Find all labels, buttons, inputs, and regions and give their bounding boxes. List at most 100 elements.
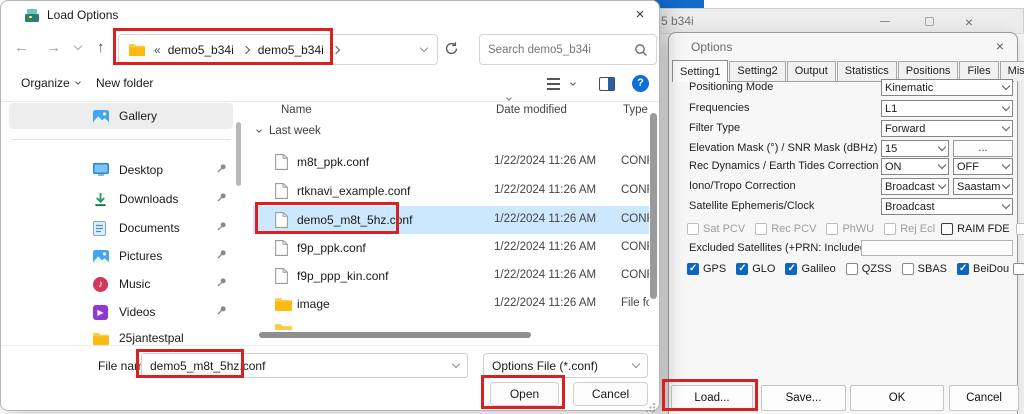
close-icon[interactable]: × xyxy=(952,9,986,34)
checkbox-label: BeiDou xyxy=(973,262,1010,275)
open-button[interactable]: Open xyxy=(490,382,559,406)
column-header-date-modified[interactable]: Date modified xyxy=(496,104,567,116)
sidebar-item-downloads[interactable]: Downloads xyxy=(9,186,233,212)
breadcrumb-crumb[interactable]: demo5_b34i xyxy=(258,43,324,57)
tropo-correction-select[interactable]: Saastamoir xyxy=(953,178,1013,195)
sidebar-item-25jantestpal[interactable]: 25jantestpal xyxy=(9,325,233,351)
rec-pcv-checkbox[interactable] xyxy=(755,222,768,235)
beidou-checkbox[interactable]: ✓ xyxy=(957,262,970,275)
maximize-icon xyxy=(924,17,934,26)
frequencies-select[interactable]: L1 xyxy=(881,100,1013,117)
setting-label: Frequencies xyxy=(689,102,750,114)
earth-tides-select[interactable]: OFF xyxy=(953,158,1013,175)
excluded-satellites-row: Excluded Satellites (+PRN: Included) xyxy=(669,240,1017,258)
maximize-button[interactable] xyxy=(912,9,946,34)
file-row[interactable]: f9p_ppk.conf 1/22/2024 11:26 AM CONF xyxy=(253,234,649,262)
organize-button[interactable]: Organize xyxy=(21,76,81,90)
view-options-button[interactable] xyxy=(547,78,560,90)
screen: 5 b34i × Options × Setting1 Setting2 Out… xyxy=(0,0,1024,414)
rec-dynamics-select[interactable]: ON xyxy=(881,158,949,175)
rej-ecl-checkbox[interactable] xyxy=(884,222,897,235)
list-vertical-scrollbar[interactable] xyxy=(650,113,657,299)
new-folder-button[interactable]: New folder xyxy=(96,76,153,90)
search-input[interactable]: Search demo5_b34i xyxy=(479,34,657,65)
resize-grip[interactable] xyxy=(646,399,656,414)
pictures-icon xyxy=(93,249,110,263)
column-header-name[interactable]: Name xyxy=(281,104,312,116)
save-button[interactable]: Save... xyxy=(761,385,846,411)
sidebar-item-label: Gallery xyxy=(119,109,158,123)
dbcorr-checkbox[interactable] xyxy=(1015,222,1024,235)
sbas-checkbox[interactable] xyxy=(901,262,914,275)
sidebar-item-music[interactable]: ♪ Music xyxy=(9,271,233,297)
irnss-checkbox[interactable] xyxy=(1013,262,1024,275)
cancel-button[interactable]: Cancel xyxy=(573,382,648,406)
up-button[interactable]: ↑ xyxy=(97,39,105,56)
close-icon[interactable]: × xyxy=(989,36,1011,56)
sidebar-item-label: Music xyxy=(119,277,151,291)
list-horizontal-scrollbar[interactable] xyxy=(259,332,531,338)
refresh-icon[interactable] xyxy=(444,41,459,61)
sidebar-item-gallery[interactable]: Gallery xyxy=(9,103,233,129)
column-header-type[interactable]: Type xyxy=(623,104,648,116)
close-icon[interactable]: × xyxy=(625,3,655,27)
cancel-button[interactable]: Cancel xyxy=(949,385,1019,411)
check-icon: ✓ xyxy=(959,262,968,274)
file-row[interactable]: image 1/22/2024 11:26 AM File fo xyxy=(253,290,649,318)
minimize-icon xyxy=(880,20,890,23)
select-value: Kinematic xyxy=(885,81,934,94)
sat-pcv-checkbox[interactable] xyxy=(687,222,699,235)
galileo-checkbox[interactable]: ✓ xyxy=(785,262,798,275)
sidebar-item-desktop[interactable]: Desktop xyxy=(9,157,233,183)
sidebar-item-label: Documents xyxy=(119,221,180,235)
glo-checkbox[interactable]: ✓ xyxy=(736,262,749,275)
file-row-selected[interactable]: demo5_m8t_5hz.conf 1/22/2024 11:26 AM CO… xyxy=(253,206,649,234)
elevation-mask-select[interactable]: 15 xyxy=(881,140,949,157)
iono-correction-select[interactable]: Broadcast xyxy=(881,178,949,195)
ok-button[interactable]: OK xyxy=(850,385,944,411)
preview-pane-icon[interactable] xyxy=(599,77,615,91)
sidebar-item-pictures[interactable]: Pictures xyxy=(9,243,233,269)
sidebar-item-label: 25jantestpal xyxy=(119,331,184,345)
load-button[interactable]: Load... xyxy=(671,385,753,411)
footer-divider xyxy=(1,345,659,346)
address-dropdown-chevron-icon[interactable] xyxy=(419,43,429,53)
qzss-checkbox[interactable] xyxy=(845,262,858,275)
ephemeris-clock-select[interactable]: Broadcast xyxy=(881,198,1013,215)
recent-locations-chevron-icon[interactable] xyxy=(73,41,83,51)
tab-positions[interactable]: Positions xyxy=(897,61,959,81)
gps-checkbox[interactable]: ✓ xyxy=(687,262,699,275)
help-icon[interactable]: ? xyxy=(632,75,649,92)
sidebar-item-videos[interactable]: ▶ Videos xyxy=(9,299,233,325)
setting-row: Filter Type Forward xyxy=(669,120,1017,137)
minimize-button[interactable] xyxy=(868,9,902,34)
sidebar-scrollbar[interactable] xyxy=(236,122,241,186)
excluded-satellites-input[interactable] xyxy=(861,240,1013,256)
file-icon xyxy=(275,240,288,259)
file-icon xyxy=(275,268,288,287)
tab-statistics[interactable]: Statistics xyxy=(836,61,897,81)
tab-output[interactable]: Output xyxy=(786,61,836,81)
file-row[interactable]: rtknavi_example.conf 1/22/2024 11:26 AM … xyxy=(253,177,649,205)
positioning-mode-select[interactable]: Kinematic xyxy=(881,79,1013,96)
file-row[interactable]: f9p_ppp_kin.conf 1/22/2024 11:26 AM CONF xyxy=(253,262,649,290)
file-name-input[interactable]: demo5_m8t_5hz.conf xyxy=(141,353,468,378)
breadcrumb-crumb[interactable]: demo5_b34i xyxy=(168,43,234,57)
phwu-checkbox[interactable] xyxy=(826,222,839,235)
sidebar-item-label: Desktop xyxy=(119,163,164,177)
address-bar[interactable]: « demo5_b34i demo5_b34i xyxy=(118,34,438,65)
raim-fde-checkbox[interactable] xyxy=(941,222,954,235)
tab-setting2[interactable]: Setting2 xyxy=(729,61,786,81)
back-button[interactable]: ← xyxy=(14,39,29,56)
tab-misc[interactable]: Misc xyxy=(999,61,1024,81)
tab-files[interactable]: Files xyxy=(959,61,999,81)
file-type-select[interactable]: Options File (*.conf) xyxy=(483,353,648,378)
file-row[interactable]: m8t_ppk.conf 1/22/2024 11:26 AM CONF xyxy=(253,148,649,176)
forward-button[interactable]: → xyxy=(46,39,61,56)
snr-mask-button[interactable]: ... xyxy=(953,140,1013,157)
file-date: 1/22/2024 11:26 AM xyxy=(494,269,597,281)
filter-type-select[interactable]: Forward xyxy=(881,120,1013,137)
group-header-last-week[interactable]: Last week xyxy=(256,125,321,137)
sidebar-item-documents[interactable]: Documents xyxy=(9,215,233,241)
setting-label: Elevation Mask (°) / SNR Mask (dBHz) xyxy=(689,142,878,154)
